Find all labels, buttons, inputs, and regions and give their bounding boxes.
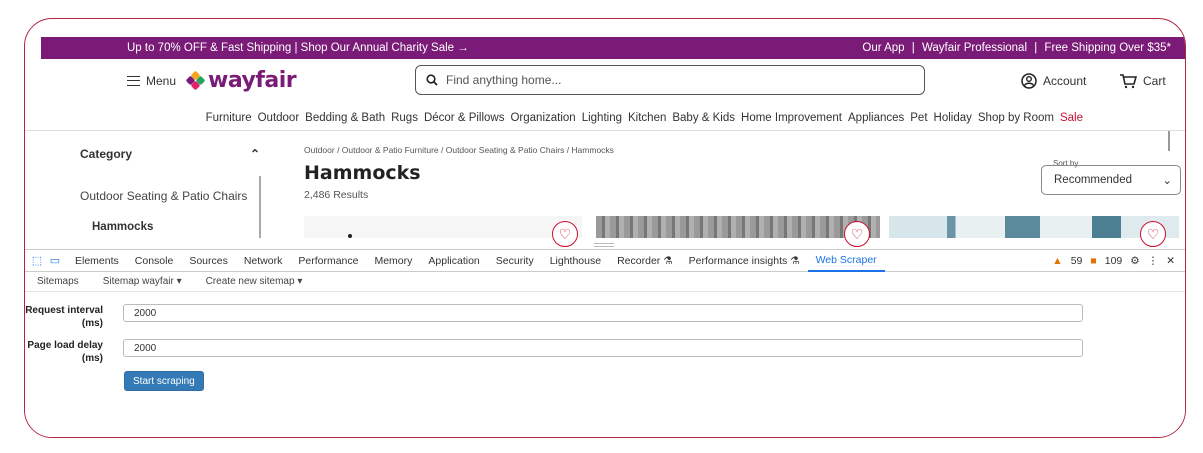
filter-heading: Category (80, 147, 133, 161)
warning-icon: ▲ (1052, 254, 1063, 267)
product-card[interactable] (889, 216, 1179, 238)
nav-item-home-improvement[interactable]: Home Improvement (741, 112, 842, 124)
product-card[interactable] (304, 216, 582, 238)
filter-item-outdoor-seating[interactable]: Outdoor Seating & Patio Chairs (80, 189, 260, 203)
issue-count[interactable]: 109 (1105, 255, 1123, 267)
subnav-sitemaps[interactable]: Sitemaps (37, 276, 79, 287)
page-scrollbar[interactable] (1168, 131, 1170, 151)
nav-item-organization[interactable]: Organization (510, 112, 575, 124)
warning-count[interactable]: 59 (1071, 255, 1083, 267)
pinwheel-icon (185, 70, 206, 90)
search-bar[interactable] (415, 65, 925, 95)
account-icon (1021, 73, 1037, 89)
nav-item-shop-by-room[interactable]: Shop by Room (978, 112, 1054, 124)
logo-text: wayfair (208, 68, 297, 93)
nav-item-decor-pillows[interactable]: Décor & Pillows (424, 112, 505, 124)
search-input[interactable] (446, 73, 895, 87)
page-load-delay-label: Page load delay (ms) (27, 340, 103, 364)
tab-application[interactable]: Application (420, 250, 487, 272)
devtools-status: ▲ 59 ■ 109 ⚙ ⋮ ✕ (1052, 254, 1185, 267)
account-button[interactable]: Account (1021, 73, 1086, 89)
filter-scroll-rail (259, 176, 261, 238)
nav-item-appliances[interactable]: Appliances (848, 112, 904, 124)
nav-item-pet[interactable]: Pet (910, 112, 927, 124)
device-toolbar-icon[interactable]: ▭ (49, 255, 61, 267)
close-icon[interactable]: ✕ (1166, 255, 1175, 267)
devtools-panel: ⬚ ▭ Elements Console Sources Network Per… (25, 249, 1185, 437)
page-load-delay-input[interactable] (123, 339, 1083, 357)
nav-item-sale[interactable]: Sale (1060, 112, 1083, 124)
inspect-icon[interactable]: ⬚ (31, 255, 43, 267)
filter-header[interactable]: Category ⌃ (80, 147, 260, 161)
category-nav: Furniture Outdoor Bedding & Bath Rugs Dé… (41, 107, 1185, 129)
chevron-up-icon: ⌃ (249, 147, 260, 161)
site-header: Menu wayfair Account Cart (41, 59, 1185, 107)
promo-right-links: Our App | Wayfair Professional | Free Sh… (860, 42, 1173, 54)
nav-item-outdoor[interactable]: Outdoor (258, 112, 300, 124)
nav-item-rugs[interactable]: Rugs (391, 112, 418, 124)
product-image-detail (348, 234, 352, 238)
wayfair-logo[interactable]: wayfair (185, 68, 297, 93)
request-interval-input[interactable] (123, 304, 1083, 322)
our-app-link[interactable]: Our App (862, 42, 904, 54)
account-label: Account (1043, 74, 1087, 88)
chevron-down-icon: ⌄ (1162, 175, 1172, 187)
menu-button[interactable]: Menu (127, 74, 176, 88)
hamburger-icon (127, 76, 140, 86)
wayfair-professional-link[interactable]: Wayfair Professional (922, 42, 1027, 54)
tab-network[interactable]: Network (236, 250, 291, 272)
nav-item-baby-kids[interactable]: Baby & Kids (672, 112, 735, 124)
start-scraping-button[interactable]: Start scraping (124, 371, 204, 391)
tab-elements[interactable]: Elements (67, 250, 127, 272)
product-card[interactable] (596, 216, 880, 238)
more-options-icon[interactable]: ⋮ (1148, 255, 1159, 267)
menu-label: Menu (146, 74, 177, 88)
devtools-resize-handle[interactable] (594, 243, 614, 247)
breadcrumb[interactable]: Outdoor / Outdoor & Patio Furniture / Ou… (304, 145, 614, 155)
filter-item-hammocks[interactable]: Hammocks (92, 221, 260, 233)
cart-button[interactable]: Cart (1119, 73, 1166, 89)
divider (25, 130, 1185, 131)
tab-recorder[interactable]: Recorder ⚗ (609, 250, 681, 272)
gear-icon[interactable]: ⚙ (1130, 255, 1139, 267)
category-filter: Category ⌃ Outdoor Seating & Patio Chair… (80, 147, 260, 233)
subnav-create-sitemap[interactable]: Create new sitemap ▾ (206, 276, 303, 287)
scraper-subnav: Sitemaps Sitemap wayfair ▾ Create new si… (25, 272, 1185, 292)
tab-lighthouse[interactable]: Lighthouse (542, 250, 609, 272)
sort-dropdown[interactable]: Recommended ⌄ (1041, 165, 1181, 195)
tab-memory[interactable]: Memory (366, 250, 420, 272)
nav-item-furniture[interactable]: Furniture (206, 112, 252, 124)
heart-icon[interactable]: ♡ (844, 221, 870, 247)
promo-separator: | (911, 42, 915, 54)
tab-sources[interactable]: Sources (181, 250, 236, 272)
search-icon (426, 74, 438, 86)
cart-icon (1120, 74, 1137, 89)
tab-performance[interactable]: Performance (290, 250, 366, 272)
page-load-delay-row: Page load delay (ms) (25, 339, 1083, 365)
issue-icon: ■ (1090, 254, 1097, 267)
tab-performance-insights[interactable]: Performance insights ⚗ (681, 250, 808, 272)
nav-item-holiday[interactable]: Holiday (934, 112, 972, 124)
promo-separator: | (1034, 42, 1038, 54)
browser-frame: Up to 70% OFF & Fast Shipping | Shop Our… (24, 18, 1186, 438)
heart-icon[interactable]: ♡ (552, 221, 578, 247)
nav-item-kitchen[interactable]: Kitchen (628, 112, 666, 124)
cart-label: Cart (1143, 74, 1166, 88)
free-shipping-link[interactable]: Free Shipping Over $35* (1044, 42, 1171, 54)
nav-item-lighting[interactable]: Lighting (582, 112, 622, 124)
devtools-tabbar: ⬚ ▭ Elements Console Sources Network Per… (25, 250, 1185, 272)
tab-web-scraper[interactable]: Web Scraper (807, 250, 885, 272)
tab-console[interactable]: Console (127, 250, 182, 272)
subnav-sitemap-wayfair[interactable]: Sitemap wayfair ▾ (103, 276, 182, 287)
request-interval-row: Request interval (ms) (25, 304, 1083, 330)
promo-bar: Up to 70% OFF & Fast Shipping | Shop Our… (41, 37, 1185, 59)
promo-link[interactable]: Up to 70% OFF & Fast Shipping | Shop Our… (127, 42, 469, 54)
page-title: Hammocks (304, 162, 421, 184)
tab-security[interactable]: Security (488, 250, 542, 272)
sort-value: Recommended (1054, 174, 1132, 186)
results-count: 2,486 Results (304, 189, 369, 201)
request-interval-label: Request interval (ms) (25, 305, 103, 329)
nav-item-bedding-bath[interactable]: Bedding & Bath (305, 112, 385, 124)
heart-icon[interactable]: ♡ (1140, 221, 1166, 247)
